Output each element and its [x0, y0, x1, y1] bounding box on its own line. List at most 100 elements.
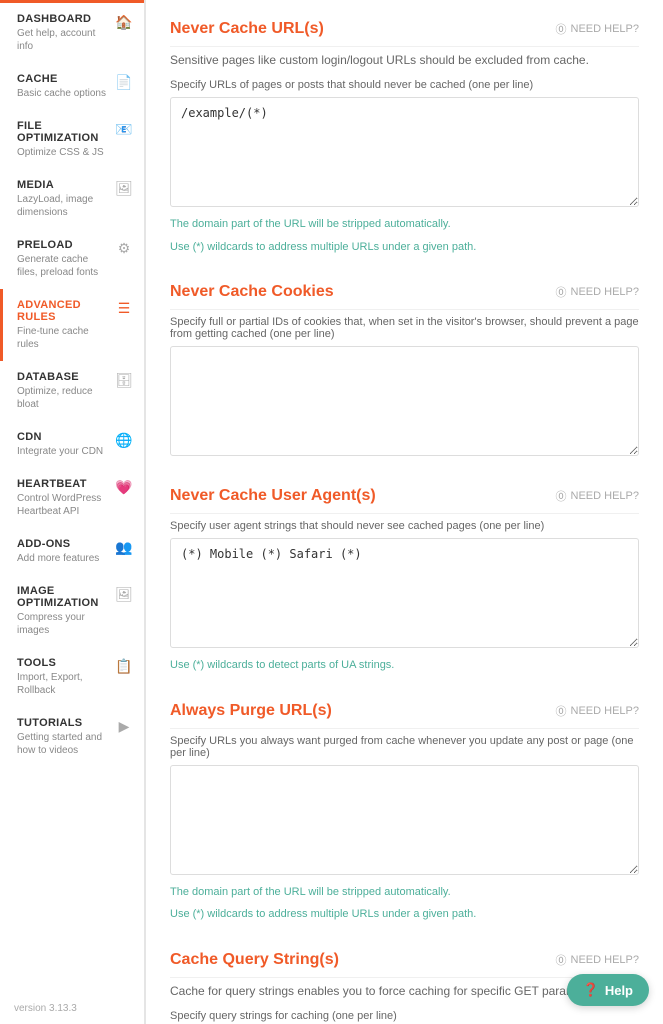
section-header-never-cache-user-agent: Never Cache User Agent(s) ⓪ NEED HELP? — [170, 487, 639, 514]
sidebar-item-title-dashboard: DASHBOARD — [17, 13, 108, 25]
help-label: Help — [605, 983, 633, 998]
sidebar-item-subtitle-advanced-rules: Fine-tune cache rules — [17, 325, 108, 351]
need-help-cache-query-strings[interactable]: ⓪ NEED HELP? — [556, 952, 639, 968]
help-circle-icon-always-purge-urls: ⓪ — [556, 703, 567, 719]
sidebar-item-text-cdn: CDN Integrate your CDN — [17, 431, 114, 458]
sidebar-item-title-preload: PRELOAD — [17, 239, 108, 251]
need-help-always-purge-urls[interactable]: ⓪ NEED HELP? — [556, 703, 639, 719]
sidebar-item-subtitle-database: Optimize, reduce bloat — [17, 385, 108, 411]
sidebar-item-advanced-rules[interactable]: ADVANCED RULES Fine-tune cache rules ☰ ➡ — [0, 289, 144, 361]
sidebar-item-heartbeat[interactable]: HEARTBEAT Control WordPress Heartbeat AP… — [0, 468, 144, 528]
sidebar-item-title-media: MEDIA — [17, 179, 108, 191]
help-circle-icon-never-cache-urls: ⓪ — [556, 21, 567, 37]
sidebar-item-tutorials[interactable]: TUTORIALS Getting started and how to vid… — [0, 707, 144, 767]
help-fab[interactable]: ❓ Help — [567, 974, 649, 1006]
textarea-wrapper-always-purge-urls — [170, 765, 639, 878]
sidebar-item-text-heartbeat: HEARTBEAT Control WordPress Heartbeat AP… — [17, 478, 114, 518]
sidebar-item-cdn[interactable]: CDN Integrate your CDN 🌐 — [0, 421, 144, 468]
sidebar-item-subtitle-tutorials: Getting started and how to videos — [17, 731, 108, 757]
textarea-never-cache-user-agent[interactable]: (*) Mobile (*) Safari (*) — [170, 538, 639, 648]
sidebar-item-icon-file-optimization: 📧 — [114, 120, 134, 138]
sidebar-item-icon-cache: 📄 — [114, 73, 134, 91]
sidebar-item-text-dashboard: DASHBOARD Get help, account info — [17, 13, 114, 53]
sidebar-item-tools[interactable]: TOOLS Import, Export, Rollback 📋 — [0, 647, 144, 707]
sidebar-item-database[interactable]: DATABASE Optimize, reduce bloat 🗄 — [0, 361, 144, 421]
sidebar-item-subtitle-media: LazyLoad, image dimensions — [17, 193, 108, 219]
sidebar: DASHBOARD Get help, account info 🏠 CACHE… — [0, 0, 145, 1024]
help-icon: ❓ — [583, 982, 599, 998]
need-help-never-cache-user-agent[interactable]: ⓪ NEED HELP? — [556, 488, 639, 504]
field-label-cache-query-strings: Specify query strings for caching (one p… — [170, 1010, 639, 1022]
sidebar-item-subtitle-cache: Basic cache options — [17, 87, 108, 100]
section-always-purge-urls: Always Purge URL(s) ⓪ NEED HELP? Specify… — [170, 702, 639, 923]
sidebar-item-title-cache: CACHE — [17, 73, 108, 85]
help-circle-icon-never-cache-user-agent: ⓪ — [556, 488, 567, 504]
textarea-always-purge-urls[interactable] — [170, 765, 639, 875]
textarea-never-cache-cookies[interactable] — [170, 346, 639, 456]
sidebar-item-title-cdn: CDN — [17, 431, 108, 443]
sidebar-item-preload[interactable]: PRELOAD Generate cache files, preload fo… — [0, 229, 144, 289]
sidebar-item-text-file-optimization: FILE OPTIMIZATION Optimize CSS & JS — [17, 120, 114, 159]
sidebar-item-icon-tutorials: ▶ — [114, 717, 134, 735]
sidebar-item-icon-preload: ⚙ — [114, 239, 134, 257]
sidebar-item-file-optimization[interactable]: FILE OPTIMIZATION Optimize CSS & JS 📧 — [0, 110, 144, 169]
hint-text-always-purge-urls: The domain part of the URL will be strip… — [170, 884, 639, 901]
hint-text-never-cache-urls: The domain part of the URL will be strip… — [170, 216, 639, 233]
sidebar-item-text-cache: CACHE Basic cache options — [17, 73, 114, 100]
sidebar-item-icon-heartbeat: 💗 — [114, 478, 134, 496]
sidebar-version: version 3.13.3 — [0, 993, 144, 1024]
sidebar-item-subtitle-heartbeat: Control WordPress Heartbeat API — [17, 492, 108, 518]
sidebar-item-subtitle-cdn: Integrate your CDN — [17, 445, 108, 458]
textarea-wrapper-never-cache-user-agent: (*) Mobile (*) Safari (*) — [170, 538, 639, 651]
need-help-never-cache-urls[interactable]: ⓪ NEED HELP? — [556, 21, 639, 37]
section-title-always-purge-urls: Always Purge URL(s) — [170, 702, 332, 720]
section-never-cache-user-agent: Never Cache User Agent(s) ⓪ NEED HELP? S… — [170, 487, 639, 674]
textarea-never-cache-urls[interactable]: /example/(*) — [170, 97, 639, 207]
sidebar-item-title-tutorials: TUTORIALS — [17, 717, 108, 729]
sidebar-item-text-database: DATABASE Optimize, reduce bloat — [17, 371, 114, 411]
field-label-never-cache-urls: Specify URLs of pages or posts that shou… — [170, 79, 639, 91]
hint-text-never-cache-user-agent: Use (*) wildcards to detect parts of UA … — [170, 657, 639, 674]
sidebar-item-subtitle-preload: Generate cache files, preload fonts — [17, 253, 108, 279]
sidebar-item-title-file-optimization: FILE OPTIMIZATION — [17, 120, 108, 144]
sidebar-item-icon-advanced-rules: ☰ — [114, 299, 134, 317]
textarea-wrapper-never-cache-cookies — [170, 346, 639, 459]
sidebar-item-subtitle-file-optimization: Optimize CSS & JS — [17, 146, 108, 159]
hint-text-never-cache-urls: Use (*) wildcards to address multiple UR… — [170, 239, 639, 256]
sidebar-item-text-advanced-rules: ADVANCED RULES Fine-tune cache rules — [17, 299, 114, 351]
help-circle-icon-cache-query-strings: ⓪ — [556, 952, 567, 968]
sidebar-item-add-ons[interactable]: ADD-ONS Add more features 👥 — [0, 528, 144, 575]
sidebar-item-title-heartbeat: HEARTBEAT — [17, 478, 108, 490]
sidebar-item-text-add-ons: ADD-ONS Add more features — [17, 538, 114, 565]
section-title-never-cache-user-agent: Never Cache User Agent(s) — [170, 487, 376, 505]
section-never-cache-urls: Never Cache URL(s) ⓪ NEED HELP? Sensitiv… — [170, 20, 639, 255]
sidebar-item-subtitle-add-ons: Add more features — [17, 552, 108, 565]
sidebar-item-dashboard[interactable]: DASHBOARD Get help, account info 🏠 — [0, 3, 144, 63]
need-help-never-cache-cookies[interactable]: ⓪ NEED HELP? — [556, 284, 639, 300]
sidebar-item-text-media: MEDIA LazyLoad, image dimensions — [17, 179, 114, 219]
section-title-cache-query-strings: Cache Query String(s) — [170, 951, 339, 969]
sidebar-item-text-tutorials: TUTORIALS Getting started and how to vid… — [17, 717, 114, 757]
hint-text-always-purge-urls: Use (*) wildcards to address multiple UR… — [170, 906, 639, 923]
sidebar-item-title-add-ons: ADD-ONS — [17, 538, 108, 550]
sidebar-item-media[interactable]: MEDIA LazyLoad, image dimensions 🖼 — [0, 169, 144, 229]
sidebar-item-subtitle-tools: Import, Export, Rollback — [17, 671, 108, 697]
section-title-never-cache-cookies: Never Cache Cookies — [170, 283, 334, 301]
sidebar-item-icon-media: 🖼 — [114, 179, 134, 197]
field-label-never-cache-user-agent: Specify user agent strings that should n… — [170, 520, 639, 532]
field-label-never-cache-cookies: Specify full or partial IDs of cookies t… — [170, 316, 639, 340]
sidebar-item-icon-tools: 📋 — [114, 657, 134, 675]
sidebar-item-text-tools: TOOLS Import, Export, Rollback — [17, 657, 114, 697]
section-never-cache-cookies: Never Cache Cookies ⓪ NEED HELP? Specify… — [170, 283, 639, 459]
sidebar-item-subtitle-image-optimization: Compress your images — [17, 611, 108, 637]
sidebar-item-image-optimization[interactable]: IMAGE OPTIMIZATION Compress your images … — [0, 575, 144, 647]
sidebar-item-subtitle-dashboard: Get help, account info — [17, 27, 108, 53]
sidebar-item-cache[interactable]: CACHE Basic cache options 📄 — [0, 63, 144, 110]
main-content: Never Cache URL(s) ⓪ NEED HELP? Sensitiv… — [145, 0, 663, 1024]
sidebar-item-icon-image-optimization: 🖼 — [114, 585, 134, 603]
section-desc-never-cache-urls: Sensitive pages like custom login/logout… — [170, 53, 639, 67]
sidebar-item-icon-dashboard: 🏠 — [114, 13, 134, 31]
section-title-never-cache-urls: Never Cache URL(s) — [170, 20, 324, 38]
section-header-never-cache-urls: Never Cache URL(s) ⓪ NEED HELP? — [170, 20, 639, 47]
help-circle-icon-never-cache-cookies: ⓪ — [556, 284, 567, 300]
